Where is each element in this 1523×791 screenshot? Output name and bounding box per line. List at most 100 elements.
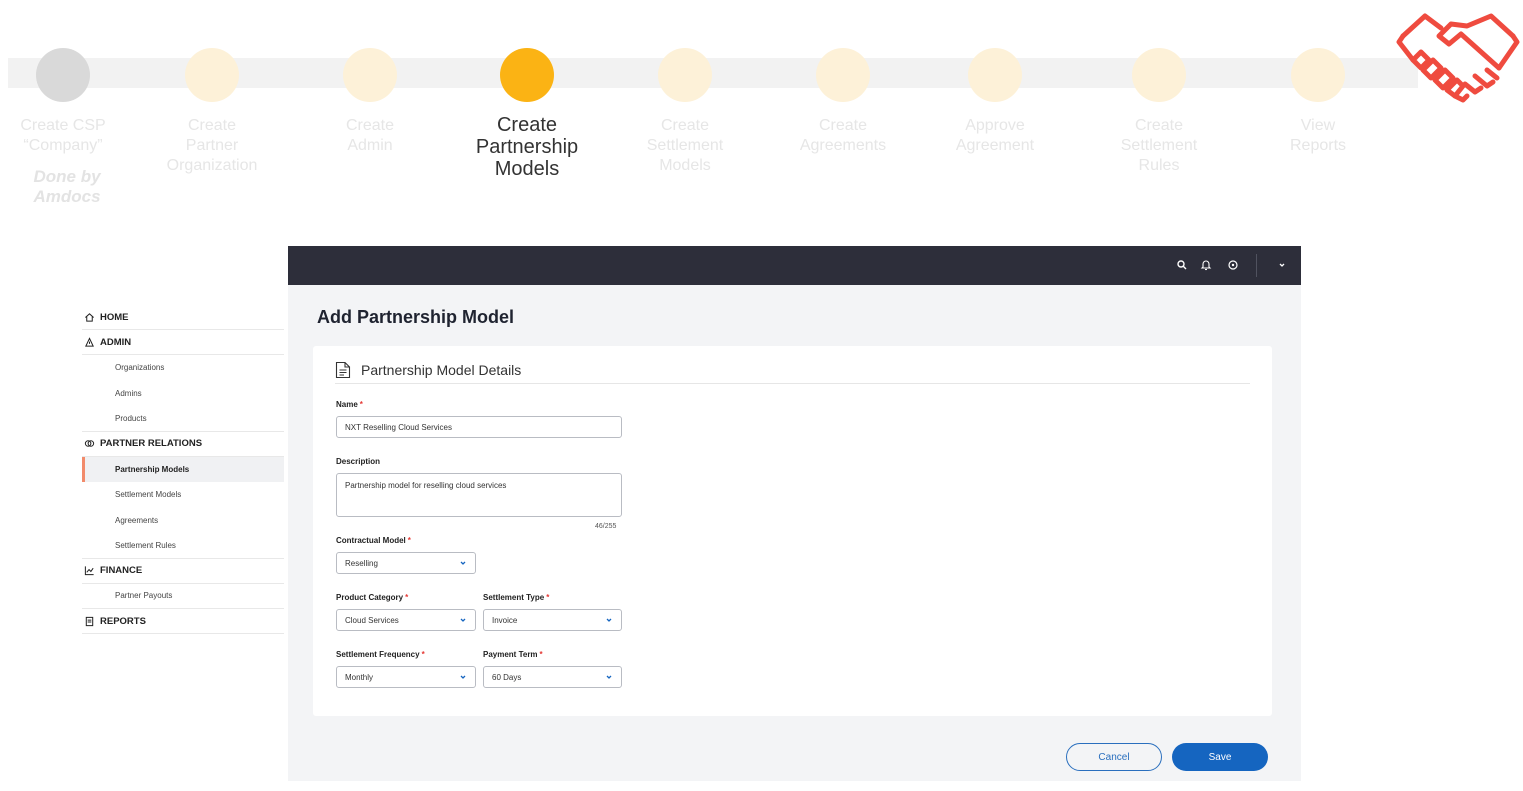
home-icon bbox=[85, 312, 94, 322]
contractual-model-label: Contractual Model * bbox=[336, 536, 411, 545]
settlement-type-label-text: Settlement Type bbox=[483, 593, 545, 602]
sidebar-section-admin[interactable]: ADMIN bbox=[82, 330, 284, 355]
description-value: Partnership model for reselling cloud se… bbox=[345, 481, 507, 490]
admin-icon bbox=[85, 336, 94, 347]
step-dot bbox=[816, 48, 870, 102]
step-dot bbox=[658, 48, 712, 102]
step-label: Create Settlement Rules bbox=[1120, 117, 1198, 174]
chevron-down-icon bbox=[460, 561, 466, 565]
payment-term-label: Payment Term * bbox=[483, 650, 543, 659]
sidebar-item-label: ADMIN bbox=[100, 336, 132, 348]
required-mark: * bbox=[546, 593, 550, 602]
step-dot bbox=[968, 48, 1022, 102]
sidebar-item-partnership-models[interactable]: Partnership Models bbox=[82, 456, 284, 482]
description-label: Description bbox=[336, 457, 381, 466]
settlement-type-label: Settlement Type * bbox=[483, 593, 549, 602]
product-category-label: Product Category * bbox=[336, 593, 408, 602]
report-icon bbox=[85, 616, 94, 626]
sidebar-item-admins[interactable]: Admins bbox=[82, 381, 284, 407]
step-label: Create Partner Organization bbox=[166, 117, 258, 174]
payment-term-select[interactable]: 60 Days bbox=[483, 666, 622, 688]
step-dot bbox=[36, 48, 90, 102]
main-content: Add Partnership Model Partnership Model … bbox=[288, 285, 1301, 781]
cancel-button[interactable]: Cancel bbox=[1066, 743, 1162, 771]
chevron-down-icon bbox=[460, 618, 466, 622]
settlement-type-select[interactable]: Invoice bbox=[483, 609, 622, 631]
step-label: Create Admin bbox=[345, 117, 395, 154]
name-field[interactable]: NXT Reselling Cloud Services bbox=[336, 416, 622, 438]
chevron-down-icon[interactable] bbox=[1276, 259, 1288, 271]
product-category-select[interactable]: Cloud Services bbox=[336, 609, 476, 631]
step-dot bbox=[185, 48, 239, 102]
settlement-type-value: Invoice bbox=[492, 615, 518, 625]
sidebar-section-reports[interactable]: REPORTS bbox=[82, 609, 284, 634]
settlement-frequency-label-text: Settlement Frequency bbox=[336, 650, 420, 659]
document-icon bbox=[335, 361, 351, 378]
contractual-model-label-text: Contractual Model bbox=[336, 536, 406, 545]
sidebar-item-label: PARTNER RELATIONS bbox=[100, 438, 203, 449]
step-label: Create CSP “Company” bbox=[20, 117, 106, 154]
page-title: Add Partnership Model bbox=[317, 307, 515, 327]
settlement-frequency-label: Settlement Frequency * bbox=[336, 650, 425, 659]
name-label-text: Name bbox=[336, 400, 358, 409]
description-char-counter: 46/255 bbox=[595, 523, 617, 530]
sidebar-item-partner-payouts[interactable]: Partner Payouts bbox=[82, 584, 284, 609]
step-label: Create Settlement Models bbox=[646, 117, 724, 174]
settlement-frequency-select[interactable]: Monthly bbox=[336, 666, 476, 688]
required-mark: * bbox=[405, 593, 409, 602]
step-label: Create Agreements bbox=[799, 117, 887, 154]
contractual-model-value: Reselling bbox=[345, 558, 378, 568]
help-icon[interactable] bbox=[1227, 259, 1239, 271]
card-header: Partnership Model Details bbox=[335, 356, 1250, 384]
sidebar-item-organizations[interactable]: Organizations bbox=[82, 355, 284, 381]
sidebar-item-label: HOME bbox=[100, 311, 129, 323]
bell-icon[interactable] bbox=[1200, 259, 1212, 271]
sidebar-item-products[interactable]: Products bbox=[82, 406, 284, 432]
sidebar-item-agreements[interactable]: Agreements bbox=[82, 508, 284, 534]
sidebar-item-settlement-models[interactable]: Settlement Models bbox=[82, 482, 284, 508]
step-view-reports: View Reports bbox=[1243, 48, 1393, 156]
sidebar-section-partner-relations[interactable]: PARTNER RELATIONS bbox=[82, 432, 284, 457]
contractual-model-select[interactable]: Reselling bbox=[336, 552, 476, 574]
step-create-agreements: Create Agreements bbox=[768, 48, 918, 156]
step-create-settlement-rules: Create Settlement Rules bbox=[1084, 48, 1234, 176]
name-value: NXT Reselling Cloud Services bbox=[345, 422, 453, 432]
topbar-divider bbox=[1256, 254, 1257, 277]
chevron-down-icon bbox=[460, 675, 466, 679]
step-approve-agreement: Approve Agreement bbox=[920, 48, 1070, 156]
card-title: Partnership Model Details bbox=[361, 361, 522, 378]
payment-term-value: 60 Days bbox=[492, 672, 522, 682]
step-dot bbox=[500, 48, 554, 102]
save-button[interactable]: Save bbox=[1172, 743, 1268, 771]
payment-term-label-text: Payment Term bbox=[483, 650, 538, 659]
sidebar-section-finance[interactable]: FINANCE bbox=[82, 559, 284, 584]
app-topbar bbox=[288, 246, 1301, 285]
step-create-partnership-models: Create Partnership Models bbox=[452, 48, 602, 180]
step-create-settlement-models: Create Settlement Models bbox=[610, 48, 760, 176]
step-label: Create Partnership Models bbox=[475, 114, 579, 180]
partner-relations-icon bbox=[84, 440, 95, 447]
required-mark: * bbox=[539, 650, 543, 659]
required-mark: * bbox=[407, 536, 411, 545]
description-field[interactable]: Partnership model for reselling cloud se… bbox=[336, 473, 622, 517]
step-create-csp-company: Create CSP “Company” bbox=[0, 48, 138, 156]
settlement-frequency-value: Monthly bbox=[345, 672, 374, 682]
sidebar-item-settlement-rules[interactable]: Settlement Rules bbox=[82, 533, 284, 559]
sidebar-item-label: FINANCE bbox=[100, 565, 143, 576]
required-mark: * bbox=[359, 400, 363, 409]
handshake-icon bbox=[1396, 13, 1520, 103]
step-label: Approve Agreement bbox=[955, 117, 1035, 154]
step-dot bbox=[1291, 48, 1345, 102]
sidebar-item-label: REPORTS bbox=[100, 615, 146, 627]
required-mark: * bbox=[421, 650, 425, 659]
chevron-down-icon bbox=[606, 675, 612, 679]
name-label: Name * bbox=[336, 400, 363, 409]
product-category-value: Cloud Services bbox=[345, 615, 399, 625]
chevron-down-icon bbox=[606, 618, 612, 622]
search-icon[interactable] bbox=[1176, 259, 1188, 271]
step-create-admin: Create Admin bbox=[295, 48, 445, 156]
details-card: Partnership Model Details Name * NXT Rese… bbox=[313, 346, 1272, 716]
sidebar-item-home[interactable]: HOME bbox=[82, 305, 284, 330]
step-dot bbox=[1132, 48, 1186, 102]
step-label: View Reports bbox=[1289, 117, 1347, 154]
